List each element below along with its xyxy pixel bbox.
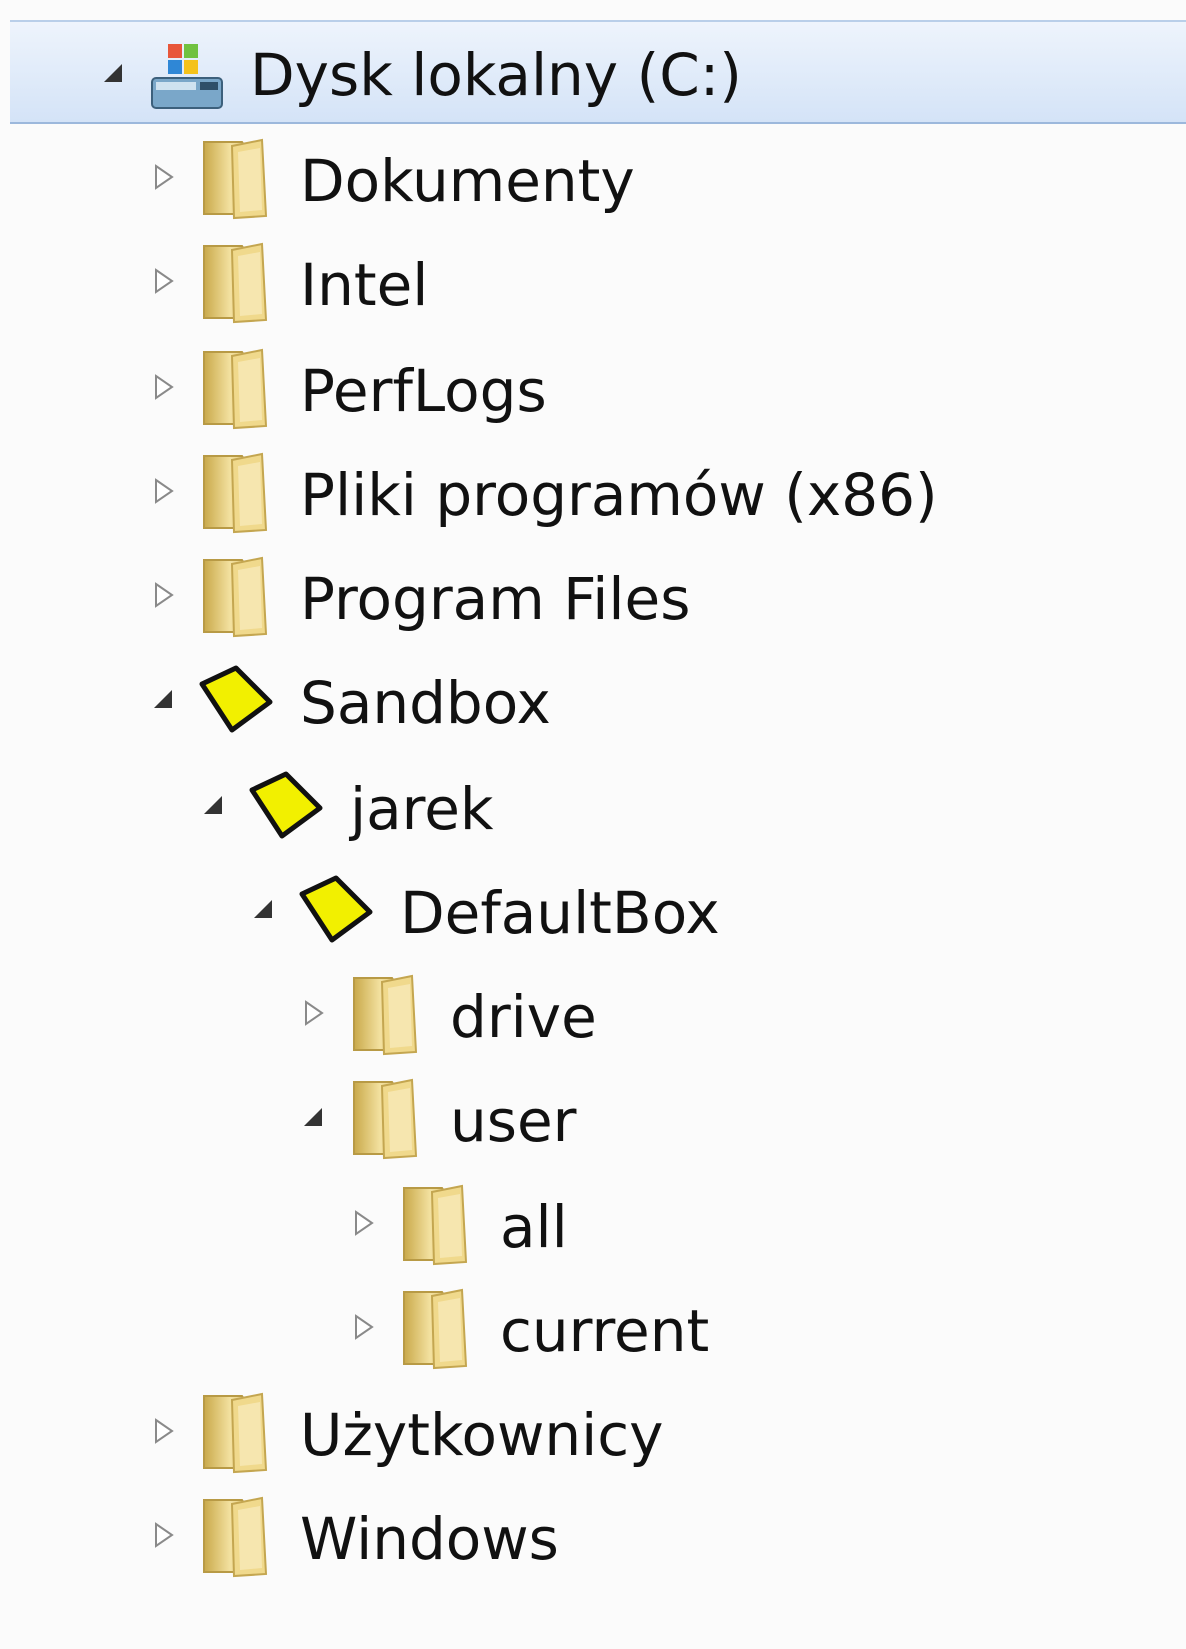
tree-item-dysk-lokalny-c[interactable]: Dysk lokalny (C:) (10, 20, 1186, 124)
tree-item-label: Użytkownicy (300, 1401, 664, 1469)
folder-icon (196, 554, 276, 640)
folder-icon (196, 1390, 276, 1476)
tree-item-label: all (500, 1193, 568, 1261)
tree-item-label: drive (450, 983, 597, 1051)
tree-item-label: Intel (300, 251, 429, 319)
folder-icon (396, 1286, 476, 1372)
collapse-arrow-icon[interactable] (148, 684, 178, 714)
folder-icon (196, 136, 276, 222)
tree-item-sandbox[interactable]: Sandbox (0, 646, 1186, 754)
folder-icon (196, 346, 276, 432)
tree-item-label: Windows (300, 1505, 559, 1573)
tree-item-all[interactable]: all (0, 1170, 1186, 1278)
expand-arrow-icon[interactable] (148, 1416, 178, 1446)
expand-arrow-icon[interactable] (348, 1312, 378, 1342)
expand-arrow-icon[interactable] (148, 266, 178, 296)
collapse-arrow-icon[interactable] (248, 894, 278, 924)
tree-item-dokumenty[interactable]: Dokumenty (0, 124, 1186, 232)
expand-arrow-icon[interactable] (148, 372, 178, 402)
expand-arrow-icon[interactable] (348, 1208, 378, 1238)
tree-item-u-ytkownicy[interactable]: Użytkownicy (0, 1378, 1186, 1486)
tree-item-label: DefaultBox (400, 879, 720, 947)
folder-tree: Dysk lokalny (C:) Dokumenty Intel PerfLo… (0, 0, 1186, 1649)
tree-item-program-files[interactable]: Program Files (0, 542, 1186, 650)
tree-item-user[interactable]: user (0, 1064, 1186, 1172)
expand-arrow-icon[interactable] (148, 580, 178, 610)
tree-item-label: Dysk lokalny (C:) (250, 41, 742, 109)
expand-arrow-icon[interactable] (148, 162, 178, 192)
drive-icon (146, 30, 226, 116)
collapse-arrow-icon[interactable] (298, 1102, 328, 1132)
tree-item-perflogs[interactable]: PerfLogs (0, 334, 1186, 442)
tree-item-label: PerfLogs (300, 357, 547, 425)
tree-item-pliki-program-w-x86[interactable]: Pliki programów (x86) (0, 438, 1186, 546)
sandbox-icon (196, 658, 276, 744)
tree-item-label: Dokumenty (300, 147, 635, 215)
tree-item-windows[interactable]: Windows (0, 1482, 1186, 1590)
collapse-arrow-icon[interactable] (198, 790, 228, 820)
expand-arrow-icon[interactable] (148, 1520, 178, 1550)
tree-item-label: Program Files (300, 565, 691, 633)
folder-icon (196, 1494, 276, 1580)
sandbox-icon (246, 764, 326, 850)
folder-icon (346, 972, 426, 1058)
collapse-arrow-icon[interactable] (98, 58, 128, 88)
tree-item-defaultbox[interactable]: DefaultBox (0, 856, 1186, 964)
expand-arrow-icon[interactable] (298, 998, 328, 1028)
tree-item-label: Sandbox (300, 669, 551, 737)
folder-icon (196, 450, 276, 536)
tree-item-label: Pliki programów (x86) (300, 461, 938, 529)
tree-item-current[interactable]: current (0, 1274, 1186, 1382)
folder-icon (196, 240, 276, 326)
sandbox-icon (296, 868, 376, 954)
tree-item-label: current (500, 1297, 710, 1365)
tree-item-intel[interactable]: Intel (0, 228, 1186, 336)
tree-item-drive[interactable]: drive (0, 960, 1186, 1068)
expand-arrow-icon[interactable] (148, 476, 178, 506)
tree-item-label: jarek (350, 775, 494, 843)
tree-item-jarek[interactable]: jarek (0, 752, 1186, 860)
folder-icon (346, 1076, 426, 1162)
folder-icon (396, 1182, 476, 1268)
tree-item-label: user (450, 1087, 577, 1155)
